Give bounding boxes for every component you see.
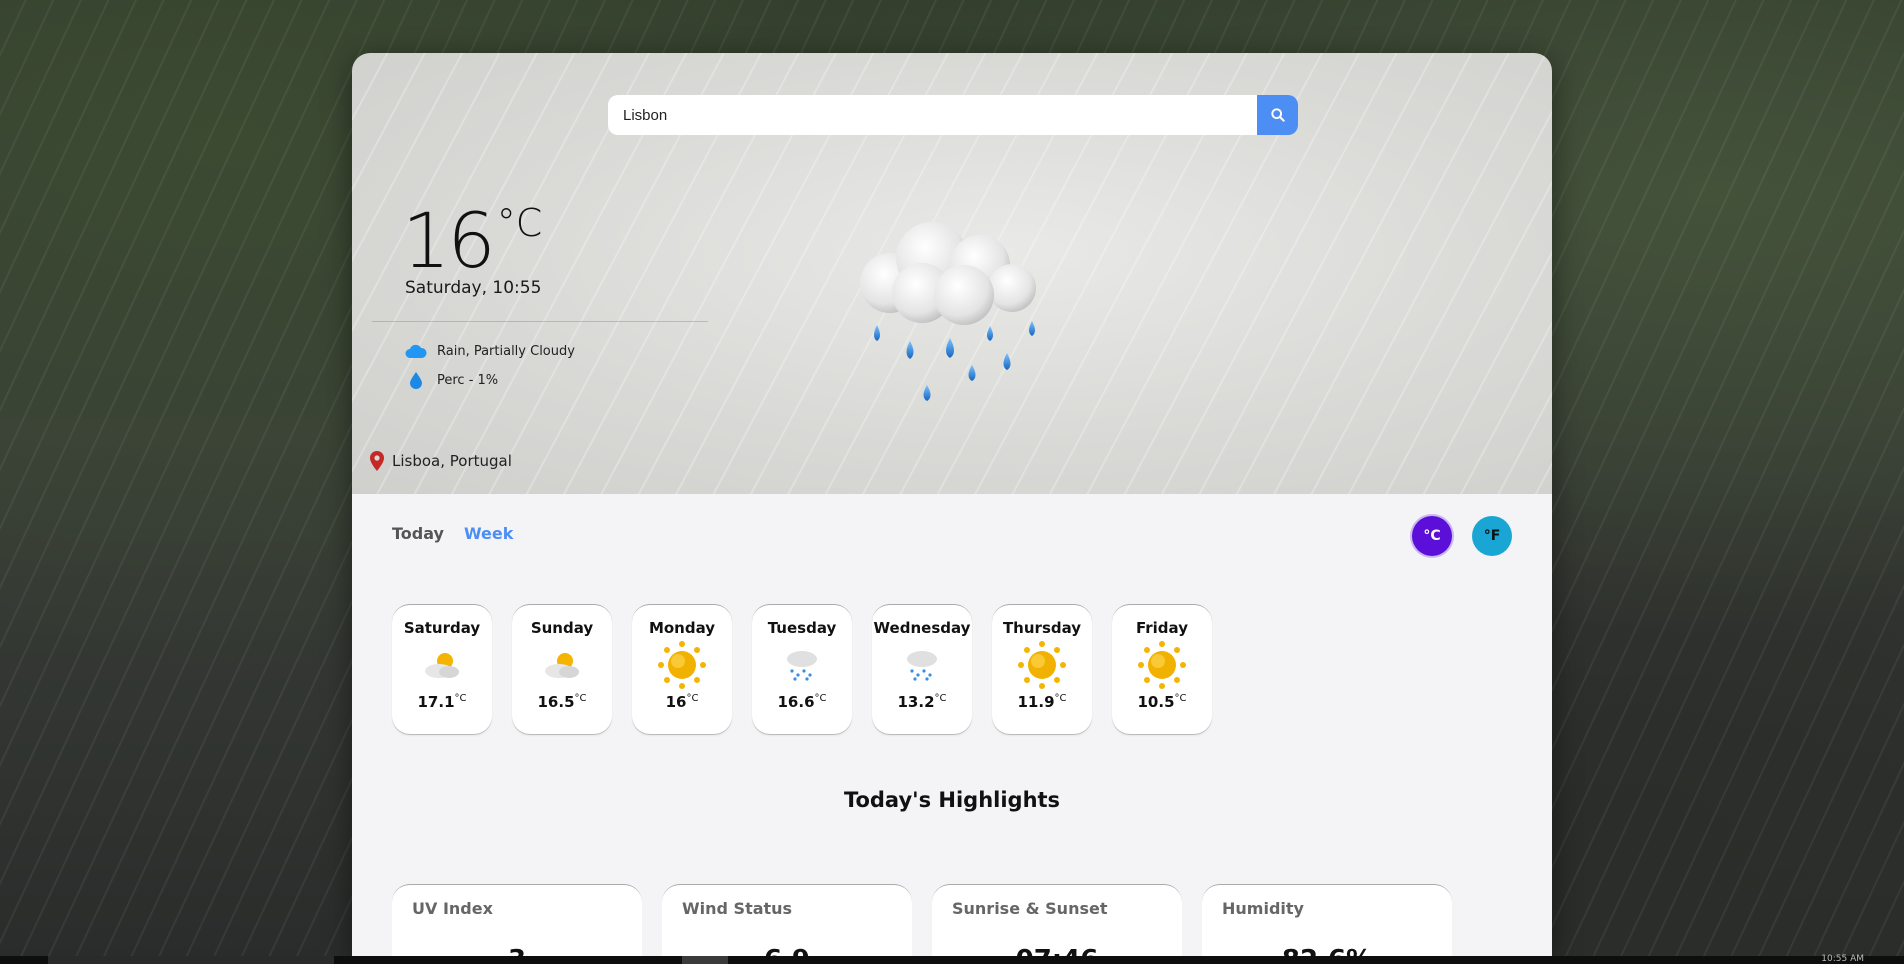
weather-app: 16 °C Saturday, 10:55 Rain, Partially Cl…: [352, 53, 1552, 956]
taskbar: 10:55 AM: [0, 954, 1904, 964]
current-weather-panel: 16 °C Saturday, 10:55 Rain, Partially Cl…: [352, 53, 1552, 494]
day-temp: 17.1°C: [417, 693, 467, 711]
location: Lisboa, Portugal: [370, 451, 512, 471]
precipitation-row: Perc - 1%: [405, 371, 498, 389]
droplet-icon: [405, 371, 427, 389]
forecast-panel: Today Week °C °F Saturday 17.1°C Sunday …: [352, 494, 1552, 956]
sun-icon: [656, 641, 708, 689]
highlight-title: UV Index: [412, 899, 493, 918]
condition-row: Rain, Partially Cloudy: [405, 342, 575, 360]
search-bar: [608, 95, 1298, 135]
temperature-unit: °C: [496, 201, 543, 245]
highlight-value: 3: [392, 945, 642, 956]
highlight-card-sunrise: Sunrise & Sunset 07:46: [932, 884, 1182, 956]
search-input[interactable]: [608, 95, 1257, 135]
location-text: Lisboa, Portugal: [392, 452, 512, 470]
celsius-button[interactable]: °C: [1412, 516, 1452, 556]
taskbar-app[interactable]: [682, 956, 728, 964]
location-pin-icon: [370, 451, 384, 471]
highlight-card-humidity: Humidity 82.6%: [1202, 884, 1452, 956]
day-name: Thursday: [1002, 619, 1082, 637]
highlights-title: Today's Highlights: [843, 788, 1061, 812]
current-temperature: 16 °C: [402, 203, 542, 279]
highlight-title: Wind Status: [682, 899, 793, 918]
highlights-cards: UV Index 3 Wind Status 6.9 Sunrise & Sun…: [392, 884, 1452, 956]
highlight-value: 07:46: [932, 945, 1182, 956]
day-name: Tuesday: [767, 619, 837, 637]
day-name: Monday: [648, 619, 716, 637]
taskbar-clock: 10:55 AM: [1821, 954, 1864, 964]
precipitation-text: Perc - 1%: [437, 372, 499, 388]
day-temp: 11.9°C: [1017, 693, 1067, 711]
day-name: Saturday: [403, 619, 481, 637]
search-icon: [1270, 108, 1285, 122]
week-forecast: Saturday 17.1°C Sunday 16.5°C Monday 16°…: [392, 604, 1212, 735]
day-name: Friday: [1135, 619, 1188, 637]
highlight-title: Sunrise & Sunset: [952, 899, 1108, 918]
day-card: Monday 16°C: [632, 604, 732, 735]
highlight-card-uv: UV Index 3: [392, 884, 642, 956]
highlight-title: Humidity: [1222, 899, 1304, 918]
day-name: Sunday: [530, 619, 594, 637]
condition-text: Rain, Partially Cloudy: [437, 343, 575, 359]
day-temp: 10.5°C: [1137, 693, 1187, 711]
day-name: Wednesday: [873, 619, 971, 637]
sun-icon: [1016, 641, 1068, 689]
cloud-icon: [405, 342, 427, 360]
current-datetime: Saturday, 10:55: [405, 278, 542, 298]
divider: [372, 321, 708, 322]
day-card: Tuesday 16.6°C: [752, 604, 852, 735]
rain-cloud-icon: [860, 222, 1036, 401]
taskbar-search[interactable]: [48, 956, 334, 964]
temperature-value: 16: [402, 196, 496, 285]
highlight-card-wind: Wind Status 6.9: [662, 884, 912, 956]
day-temp: 16.6°C: [777, 693, 827, 711]
view-tabs: Today Week: [392, 524, 513, 543]
partly-cloudy-icon: [416, 643, 468, 687]
search-button[interactable]: [1257, 95, 1298, 135]
day-temp: 13.2°C: [897, 693, 947, 711]
day-card: Wednesday 13.2°C: [872, 604, 972, 735]
day-card: Thursday 11.9°C: [992, 604, 1092, 735]
day-temp: 16.5°C: [537, 693, 587, 711]
highlight-value: 82.6%: [1202, 945, 1452, 956]
fahrenheit-button[interactable]: °F: [1472, 516, 1512, 556]
highlight-value: 6.9: [662, 945, 912, 956]
day-temp: 16°C: [665, 693, 699, 711]
day-card: Saturday 17.1°C: [392, 604, 492, 735]
tab-week[interactable]: Week: [464, 524, 513, 543]
rain-cloud-icon: [776, 643, 828, 687]
tab-today[interactable]: Today: [392, 524, 444, 543]
rain-cloud-icon: [896, 643, 948, 687]
day-card: Friday 10.5°C: [1112, 604, 1212, 735]
sun-icon: [1136, 641, 1188, 689]
partly-cloudy-icon: [536, 643, 588, 687]
day-card: Sunday 16.5°C: [512, 604, 612, 735]
